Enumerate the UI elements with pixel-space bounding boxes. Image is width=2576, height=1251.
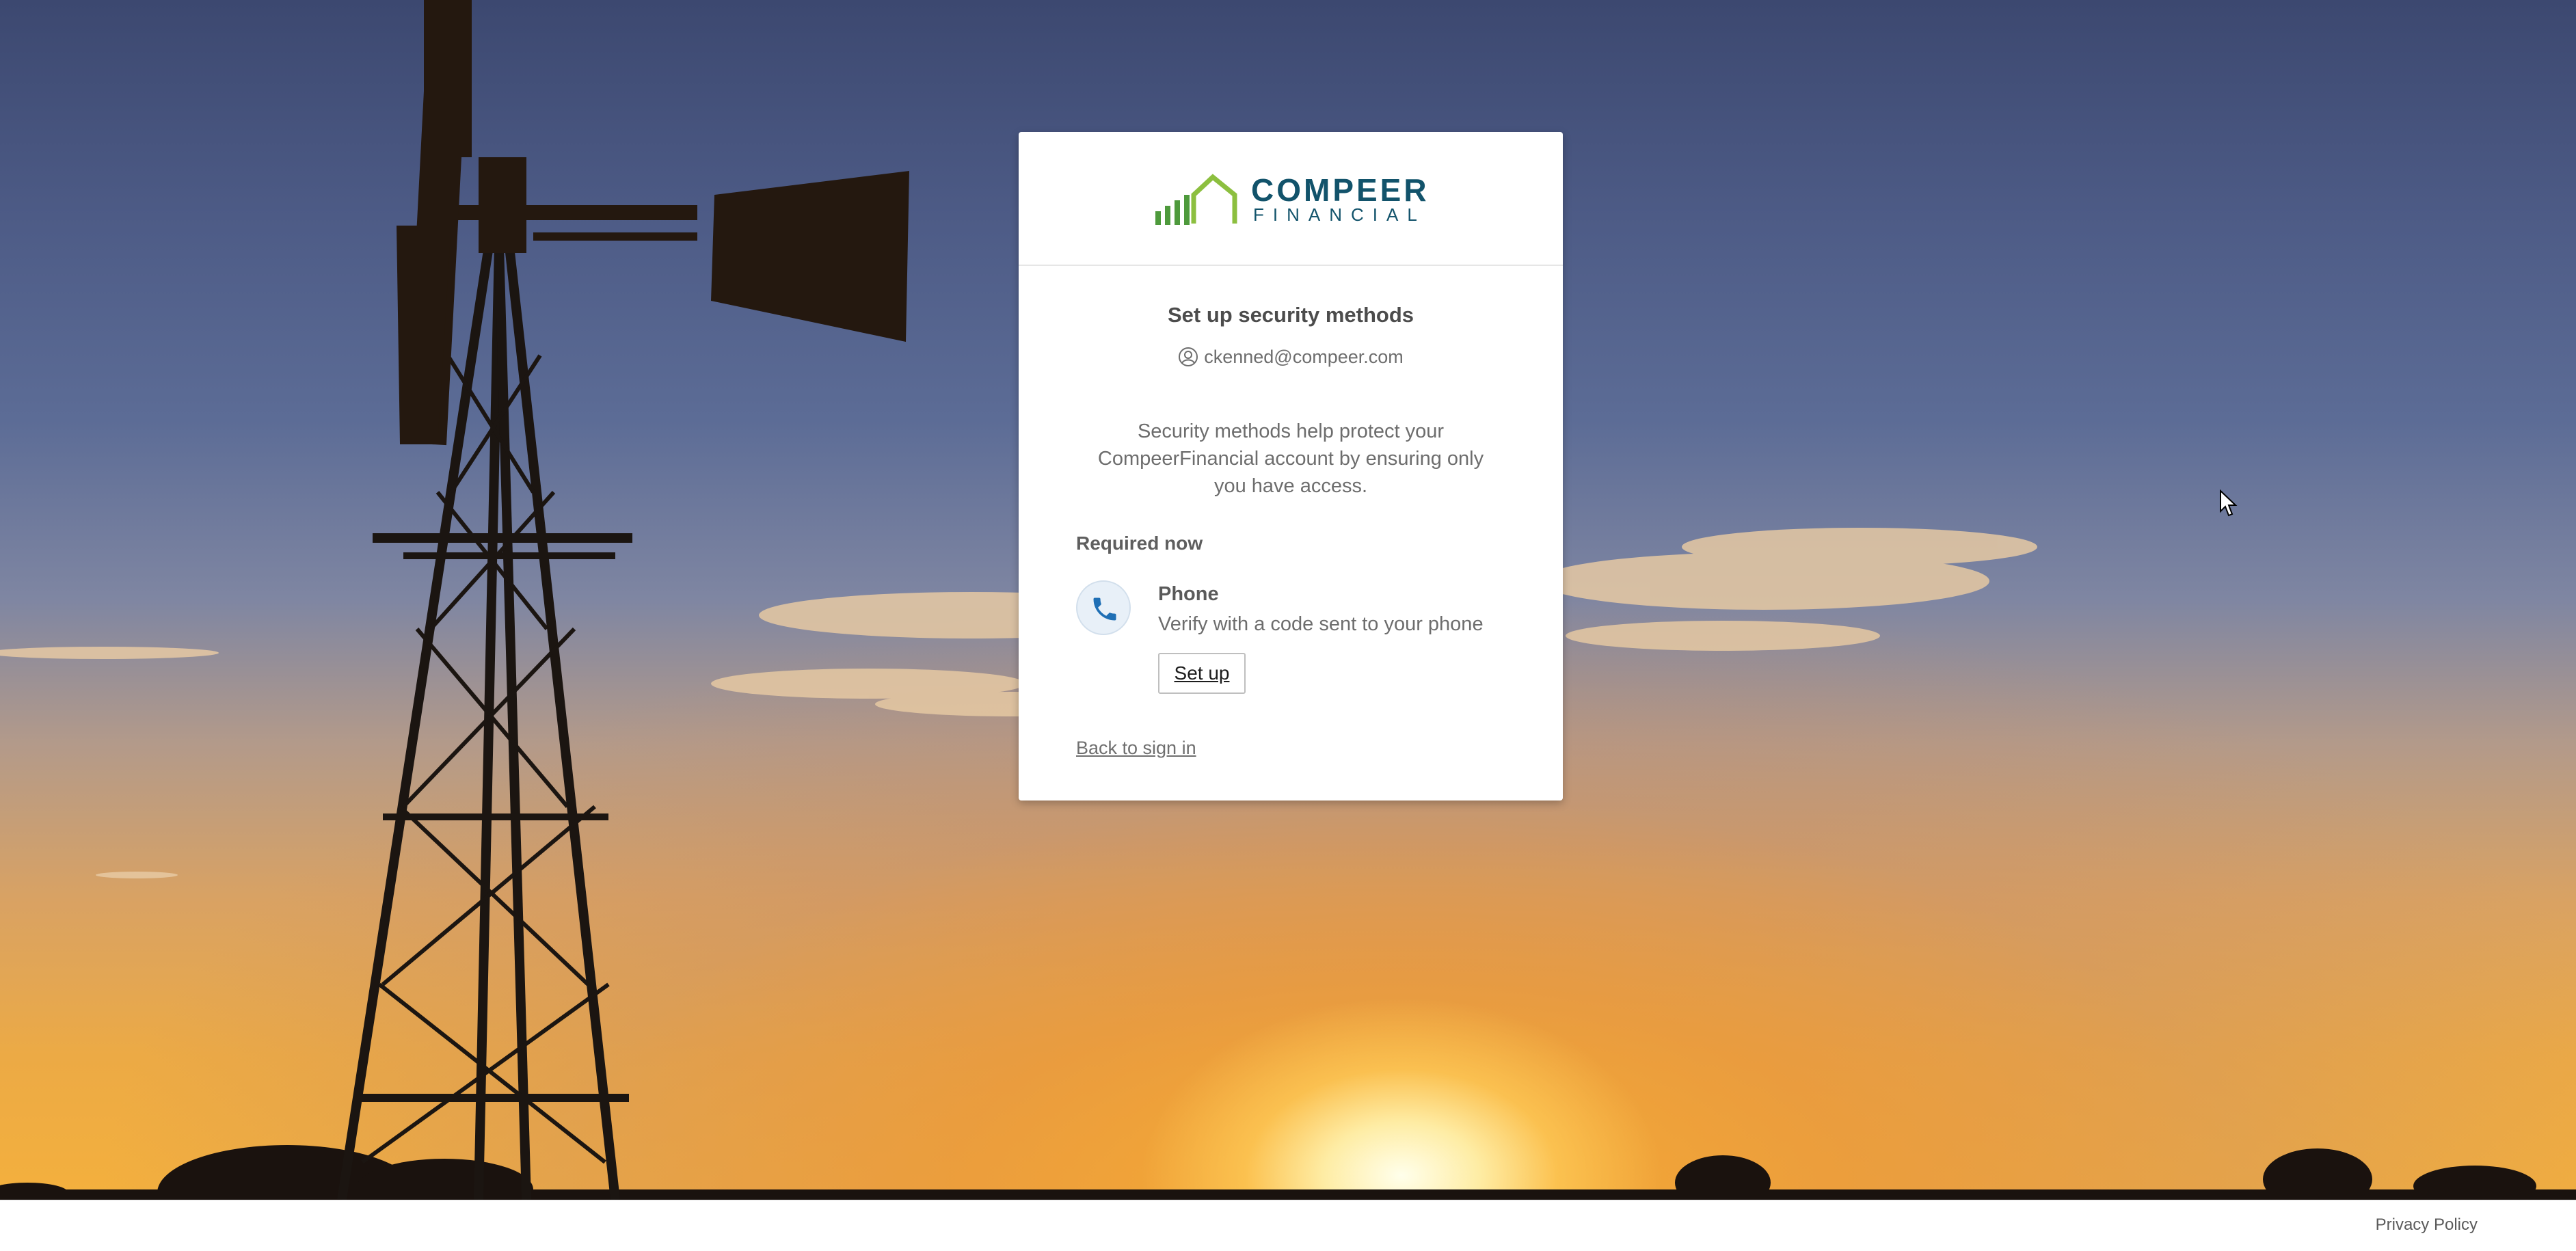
- logo-wordmark-line2: FINANCIAL: [1253, 204, 1426, 225]
- footer: Privacy Policy: [0, 1200, 2576, 1251]
- windmill-head: [397, 0, 909, 446]
- setup-button[interactable]: Set up: [1158, 653, 1246, 694]
- auth-card: COMPEER FINANCIAL Set up security method…: [1019, 132, 1563, 801]
- required-now-label: Required now: [1076, 533, 1203, 554]
- page: COMPEER FINANCIAL Set up security method…: [0, 0, 2576, 1251]
- back-to-sign-in-link[interactable]: Back to sign in: [1076, 738, 1196, 759]
- card-header: COMPEER FINANCIAL: [1019, 132, 1563, 266]
- user-icon: [1179, 347, 1198, 366]
- method-description: Verify with a code sent to your phone: [1158, 613, 1484, 635]
- phone-handset-icon: [1093, 597, 1116, 621]
- logo-wordmark-line1: COMPEER: [1251, 172, 1430, 208]
- windmill-tower: [337, 245, 620, 1200]
- method-title: Phone: [1158, 583, 1219, 605]
- phone-icon: [1076, 580, 1131, 635]
- privacy-policy-link[interactable]: Privacy Policy: [2376, 1215, 2478, 1235]
- compeer-logo-mark-icon: [1155, 174, 1237, 225]
- page-title: Set up security methods: [1167, 303, 1414, 327]
- user-email: ckenned@compeer.com: [1204, 347, 1404, 367]
- security-description: Security methods help protect your Compe…: [1097, 420, 1484, 497]
- user-identifier: ckenned@compeer.com: [1019, 347, 1563, 368]
- compeer-logo: COMPEER FINANCIAL: [1154, 170, 1427, 226]
- bushes: [0, 1145, 2576, 1200]
- mouse-cursor-icon: [2220, 489, 2238, 517]
